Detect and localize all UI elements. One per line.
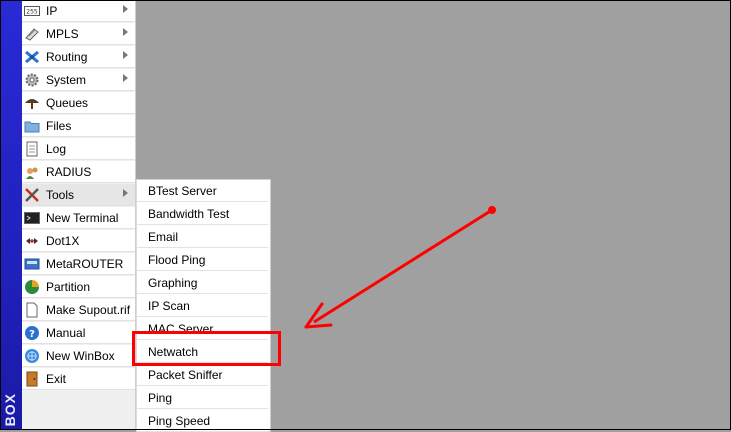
- arrow-head-icon: [304, 302, 333, 329]
- arrow-origin-dot: [488, 206, 496, 214]
- annotation-arrow: [304, 206, 496, 329]
- arrow-shaft: [313, 208, 493, 324]
